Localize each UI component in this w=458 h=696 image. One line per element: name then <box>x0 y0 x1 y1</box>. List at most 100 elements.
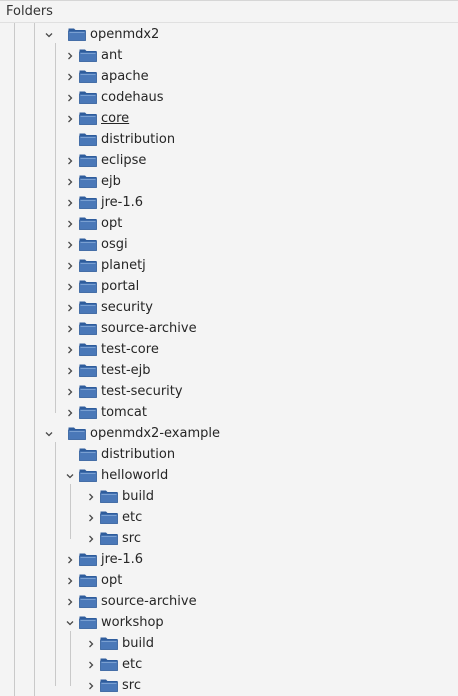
tree-row[interactable]: portal <box>0 276 458 297</box>
tree-item-label[interactable]: tomcat <box>101 402 147 423</box>
chevron-right-icon[interactable] <box>64 108 76 129</box>
tree-item-label[interactable]: source-archive <box>101 591 197 612</box>
tree-row[interactable]: distribution <box>0 129 458 150</box>
folder-icon <box>100 635 118 650</box>
tree-row[interactable]: planetj <box>0 255 458 276</box>
tree-row[interactable]: src <box>0 675 458 696</box>
tree-row[interactable]: workshop <box>0 612 458 633</box>
tree-row[interactable]: jre-1.6 <box>0 192 458 213</box>
tree-row[interactable]: opt <box>0 570 458 591</box>
chevron-right-icon[interactable] <box>64 234 76 255</box>
tree-item-label[interactable]: etc <box>122 507 142 528</box>
tree-row[interactable]: etc <box>0 507 458 528</box>
tree-row[interactable]: helloworld <box>0 465 458 486</box>
folder-icon <box>100 530 118 545</box>
tree-row[interactable]: apache <box>0 66 458 87</box>
folder-icon <box>79 68 97 83</box>
tree-row[interactable]: test-ejb <box>0 360 458 381</box>
chevron-right-icon[interactable] <box>64 213 76 234</box>
tree-row[interactable]: openmdx2-example <box>0 423 458 444</box>
folder-icon <box>79 173 97 188</box>
tree-item-label[interactable]: jre-1.6 <box>101 549 143 570</box>
chevron-right-icon[interactable] <box>64 192 76 213</box>
chevron-right-icon[interactable] <box>64 45 76 66</box>
tree-item-label[interactable]: etc <box>122 654 142 675</box>
tree-row[interactable]: build <box>0 486 458 507</box>
chevron-right-icon[interactable] <box>64 549 76 570</box>
chevron-right-icon[interactable] <box>64 150 76 171</box>
chevron-right-icon[interactable] <box>85 528 97 549</box>
tree-row[interactable]: codehaus <box>0 87 458 108</box>
tree-row[interactable]: openmdx2 <box>0 24 458 45</box>
chevron-right-icon[interactable] <box>64 402 76 423</box>
tree-item-label[interactable]: openmdx2 <box>90 24 159 45</box>
chevron-right-icon[interactable] <box>64 591 76 612</box>
tree-item-label[interactable]: build <box>122 486 154 507</box>
tree-row[interactable]: opt <box>0 213 458 234</box>
tree-row[interactable]: eclipse <box>0 150 458 171</box>
chevron-right-icon[interactable] <box>64 570 76 591</box>
tree-item-label[interactable]: src <box>122 675 141 696</box>
chevron-right-icon[interactable] <box>85 654 97 675</box>
tree-item-label[interactable]: core <box>101 108 129 129</box>
chevron-down-icon[interactable] <box>43 423 55 444</box>
tree-item-label[interactable]: test-security <box>101 381 183 402</box>
tree-row[interactable]: build <box>0 633 458 654</box>
tree-row[interactable]: test-core <box>0 339 458 360</box>
chevron-right-icon[interactable] <box>64 297 76 318</box>
tree-row[interactable]: tomcat <box>0 402 458 423</box>
tree-item-label[interactable]: osgi <box>101 234 128 255</box>
chevron-right-icon[interactable] <box>64 66 76 87</box>
chevron-down-icon[interactable] <box>64 465 76 486</box>
chevron-right-icon[interactable] <box>64 339 76 360</box>
tree-item-label[interactable]: distribution <box>101 129 175 150</box>
tree-row[interactable]: ant <box>0 45 458 66</box>
tree-item-label[interactable]: test-ejb <box>101 360 151 381</box>
tree-item-label[interactable]: source-archive <box>101 318 197 339</box>
tree-item-label[interactable]: opt <box>101 213 122 234</box>
tree-item-label[interactable]: test-core <box>101 339 159 360</box>
chevron-right-icon[interactable] <box>85 675 97 696</box>
tree-item-label[interactable]: helloworld <box>101 465 168 486</box>
tree-row[interactable]: ejb <box>0 171 458 192</box>
chevron-right-icon[interactable] <box>64 171 76 192</box>
chevron-right-icon[interactable] <box>64 87 76 108</box>
tree-item-label[interactable]: codehaus <box>101 87 164 108</box>
chevron-right-icon[interactable] <box>64 318 76 339</box>
tree-row[interactable]: distribution <box>0 444 458 465</box>
tree-item-label[interactable]: ejb <box>101 171 121 192</box>
tree-item-label[interactable]: ant <box>101 45 122 66</box>
tree-item-label[interactable]: openmdx2-example <box>90 423 220 444</box>
chevron-right-icon[interactable] <box>85 633 97 654</box>
tree-item-label[interactable]: workshop <box>101 612 164 633</box>
chevron-right-icon[interactable] <box>64 360 76 381</box>
tree-item-label[interactable]: portal <box>101 276 139 297</box>
tree-row[interactable]: osgi <box>0 234 458 255</box>
chevron-down-icon[interactable] <box>43 24 55 45</box>
tree-item-label[interactable]: apache <box>101 66 149 87</box>
folder-icon <box>79 299 97 314</box>
tree-row[interactable]: test-security <box>0 381 458 402</box>
tree-row[interactable]: core <box>0 108 458 129</box>
tree-item-label[interactable]: security <box>101 297 153 318</box>
chevron-right-icon[interactable] <box>85 507 97 528</box>
tree-item-label[interactable]: build <box>122 633 154 654</box>
tree-item-label[interactable]: distribution <box>101 444 175 465</box>
chevron-right-icon[interactable] <box>64 255 76 276</box>
chevron-right-icon[interactable] <box>85 486 97 507</box>
tree-row[interactable]: jre-1.6 <box>0 549 458 570</box>
tree-row[interactable]: source-archive <box>0 591 458 612</box>
tree-item-label[interactable]: opt <box>101 570 122 591</box>
tree-row[interactable]: security <box>0 297 458 318</box>
chevron-down-icon[interactable] <box>64 612 76 633</box>
tree-row[interactable]: etc <box>0 654 458 675</box>
tree-item-label[interactable]: planetj <box>101 255 146 276</box>
chevron-right-icon[interactable] <box>64 276 76 297</box>
chevron-right-icon[interactable] <box>64 381 76 402</box>
tree-guide-line <box>70 631 71 686</box>
tree-item-label[interactable]: src <box>122 528 141 549</box>
tree-row[interactable]: source-archive <box>0 318 458 339</box>
tree-item-label[interactable]: eclipse <box>101 150 146 171</box>
tree-row[interactable]: src <box>0 528 458 549</box>
tree-item-label[interactable]: jre-1.6 <box>101 192 143 213</box>
